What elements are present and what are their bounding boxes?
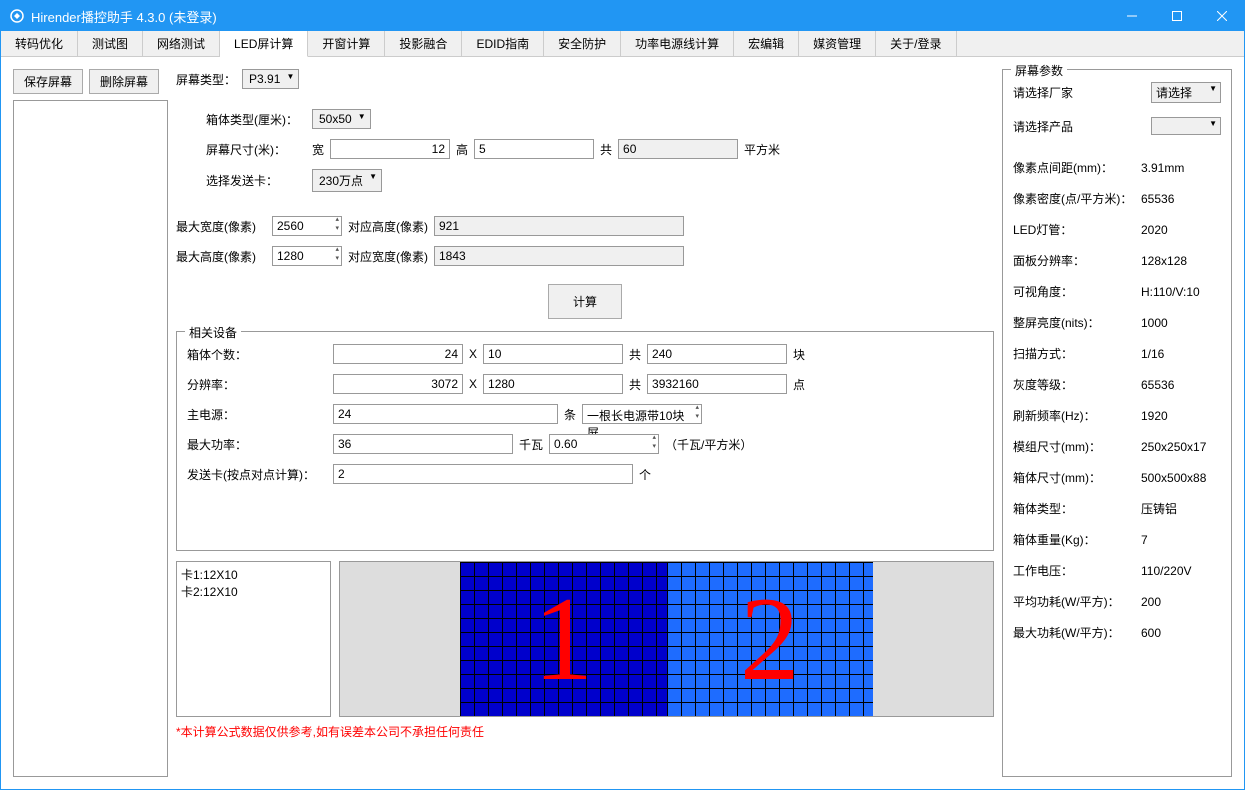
res-total-output (647, 374, 787, 394)
cabinet-type-select[interactable]: 50x50 (312, 109, 371, 129)
main-power-input[interactable] (333, 404, 558, 424)
left-column: 保存屏幕 删除屏幕 (13, 69, 168, 777)
param-row: 扫描方式：1/16 (1013, 345, 1221, 362)
screen-height-input[interactable] (474, 139, 594, 159)
param-row: 箱体尺寸(mm)：500x500x88 (1013, 469, 1221, 486)
close-button[interactable] (1199, 1, 1244, 31)
param-row: 像素密度(点/平方米)：65536 (1013, 190, 1221, 207)
screen-type-label: 屏幕类型： (176, 71, 236, 88)
screen-type-select[interactable]: P3.91 (242, 69, 299, 89)
res-x-input[interactable] (333, 374, 463, 394)
total-label: 共 (600, 141, 612, 158)
titlebar: Hirender播控助手 4.3.0 (未登录) (1, 1, 1244, 31)
screen-width-input[interactable] (330, 139, 450, 159)
param-row: 面板分辨率：128x128 (1013, 252, 1221, 269)
vendor-label: 请选择厂家 (1013, 84, 1151, 101)
corr-width-output (434, 246, 684, 266)
send-card-select[interactable]: 230万点 (312, 169, 382, 192)
param-row: 平均功耗(W/平方)：200 (1013, 593, 1221, 610)
vendor-select[interactable]: 请选择 (1151, 82, 1221, 103)
tab-5[interactable]: 投影融合 (385, 31, 462, 56)
window-controls (1109, 1, 1244, 31)
window-title: Hirender播控助手 4.3.0 (未登录) (31, 7, 1109, 26)
send-card-count-input[interactable] (333, 464, 633, 484)
res-y-input[interactable] (483, 374, 623, 394)
max-height-label: 最大高度(像素) (176, 248, 266, 265)
cabinet-type-label: 箱体类型(厘米)： (206, 111, 306, 128)
tab-2[interactable]: 网络测试 (143, 31, 220, 56)
maximize-button[interactable] (1154, 1, 1199, 31)
card-list-item[interactable]: 卡1:12X10 (181, 566, 326, 583)
param-row: 箱体类型：压铸铝 (1013, 500, 1221, 517)
cab-x-input[interactable] (333, 344, 463, 364)
corr-height-output (434, 216, 684, 236)
screen-list[interactable] (13, 100, 168, 777)
card-list-item[interactable]: 卡2:12X10 (181, 583, 326, 600)
tab-9[interactable]: 宏编辑 (734, 31, 799, 56)
param-row: 灰度等级：65536 (1013, 376, 1221, 393)
param-row: 整屏亮度(nits)：1000 (1013, 314, 1221, 331)
right-column: 屏幕参数 请选择厂家 请选择 请选择产品 像素点间距(mm)：3.91mm像素密… (1002, 69, 1232, 777)
params-title: 屏幕参数 (1011, 62, 1067, 79)
product-label: 请选择产品 (1013, 118, 1151, 135)
param-row: 可视角度：H:110/V:10 (1013, 283, 1221, 300)
calculate-button[interactable]: 计算 (548, 284, 622, 319)
related-fieldset: 相关设备 箱体个数： X 共 块 分辨率： X 共 点 (176, 331, 994, 551)
param-row: 箱体重量(Kg)：7 (1013, 531, 1221, 548)
resolution-label: 分辨率： (187, 376, 327, 393)
tab-1[interactable]: 测试图 (78, 31, 143, 56)
power-option-spinner[interactable]: 一根长电源带10块屏 (582, 404, 702, 424)
tab-7[interactable]: 安全防护 (544, 31, 621, 56)
tab-6[interactable]: EDID指南 (462, 31, 544, 56)
screen-preview: 1 2 (339, 561, 994, 717)
screen-total-output (618, 139, 738, 159)
preview-segment-1: 1 (460, 562, 667, 716)
middle-column: 屏幕类型： P3.91 箱体类型(厘米)： 50x50 屏幕尺寸(米)： 宽 高… (176, 69, 994, 777)
save-screen-button[interactable]: 保存屏幕 (13, 69, 83, 94)
delete-screen-button[interactable]: 删除屏幕 (89, 69, 159, 94)
app-icon (9, 8, 25, 24)
disclaimer-text: *本计算公式数据仅供参考,如有误差本公司不承担任何责任 (176, 723, 994, 740)
height-label: 高 (456, 141, 468, 158)
cabinet-count-label: 箱体个数： (187, 346, 327, 363)
tab-0[interactable]: 转码优化 (1, 31, 78, 56)
screen-size-label: 屏幕尺寸(米)： (206, 141, 306, 158)
tab-10[interactable]: 媒资管理 (799, 31, 876, 56)
corr-width-label: 对应宽度(像素) (348, 248, 428, 265)
app-window: Hirender播控助手 4.3.0 (未登录) 转码优化测试图网络测试LED屏… (0, 0, 1245, 790)
param-row: 刷新频率(Hz)：1920 (1013, 407, 1221, 424)
main-power-label: 主电源： (187, 406, 327, 423)
related-legend: 相关设备 (185, 324, 241, 341)
tab-4[interactable]: 开窗计算 (308, 31, 385, 56)
corr-height-label: 对应高度(像素) (348, 218, 428, 235)
max-power-label: 最大功率： (187, 436, 327, 453)
param-row: 模组尺寸(mm)：250x250x17 (1013, 438, 1221, 455)
tab-8[interactable]: 功率电源线计算 (621, 31, 734, 56)
cab-y-input[interactable] (483, 344, 623, 364)
cab-total-output (647, 344, 787, 364)
sqm-label: 平方米 (744, 141, 780, 158)
product-select[interactable] (1151, 117, 1221, 135)
max-width-label: 最大宽度(像素) (176, 218, 266, 235)
max-width-spinner[interactable]: 2560 (272, 216, 342, 236)
send-card-calc-label: 发送卡(按点对点计算)： (187, 466, 327, 483)
param-row: 工作电压：110/220V (1013, 562, 1221, 579)
width-label: 宽 (312, 141, 324, 158)
preview-segment-2: 2 (667, 562, 874, 716)
param-row: 像素点间距(mm)：3.91mm (1013, 159, 1221, 176)
tab-11[interactable]: 关于/登录 (876, 31, 956, 56)
power-density-spinner[interactable]: 0.60 (549, 434, 659, 454)
card-preview-row: 卡1:12X10卡2:12X10 1 2 (176, 561, 994, 717)
param-row: 最大功耗(W/平方)：600 (1013, 624, 1221, 641)
param-row: LED灯管：2020 (1013, 221, 1221, 238)
minimize-button[interactable] (1109, 1, 1154, 31)
content-area: 保存屏幕 删除屏幕 屏幕类型： P3.91 箱体类型(厘米)： 50x50 屏幕… (1, 57, 1244, 789)
max-power-input[interactable] (333, 434, 513, 454)
tab-3[interactable]: LED屏计算 (220, 31, 308, 57)
card-list: 卡1:12X10卡2:12X10 (176, 561, 331, 717)
send-card-label: 选择发送卡： (206, 172, 306, 189)
params-panel: 屏幕参数 请选择厂家 请选择 请选择产品 像素点间距(mm)：3.91mm像素密… (1002, 69, 1232, 777)
max-height-spinner[interactable]: 1280 (272, 246, 342, 266)
tab-bar: 转码优化测试图网络测试LED屏计算开窗计算投影融合EDID指南安全防护功率电源线… (1, 31, 1244, 57)
